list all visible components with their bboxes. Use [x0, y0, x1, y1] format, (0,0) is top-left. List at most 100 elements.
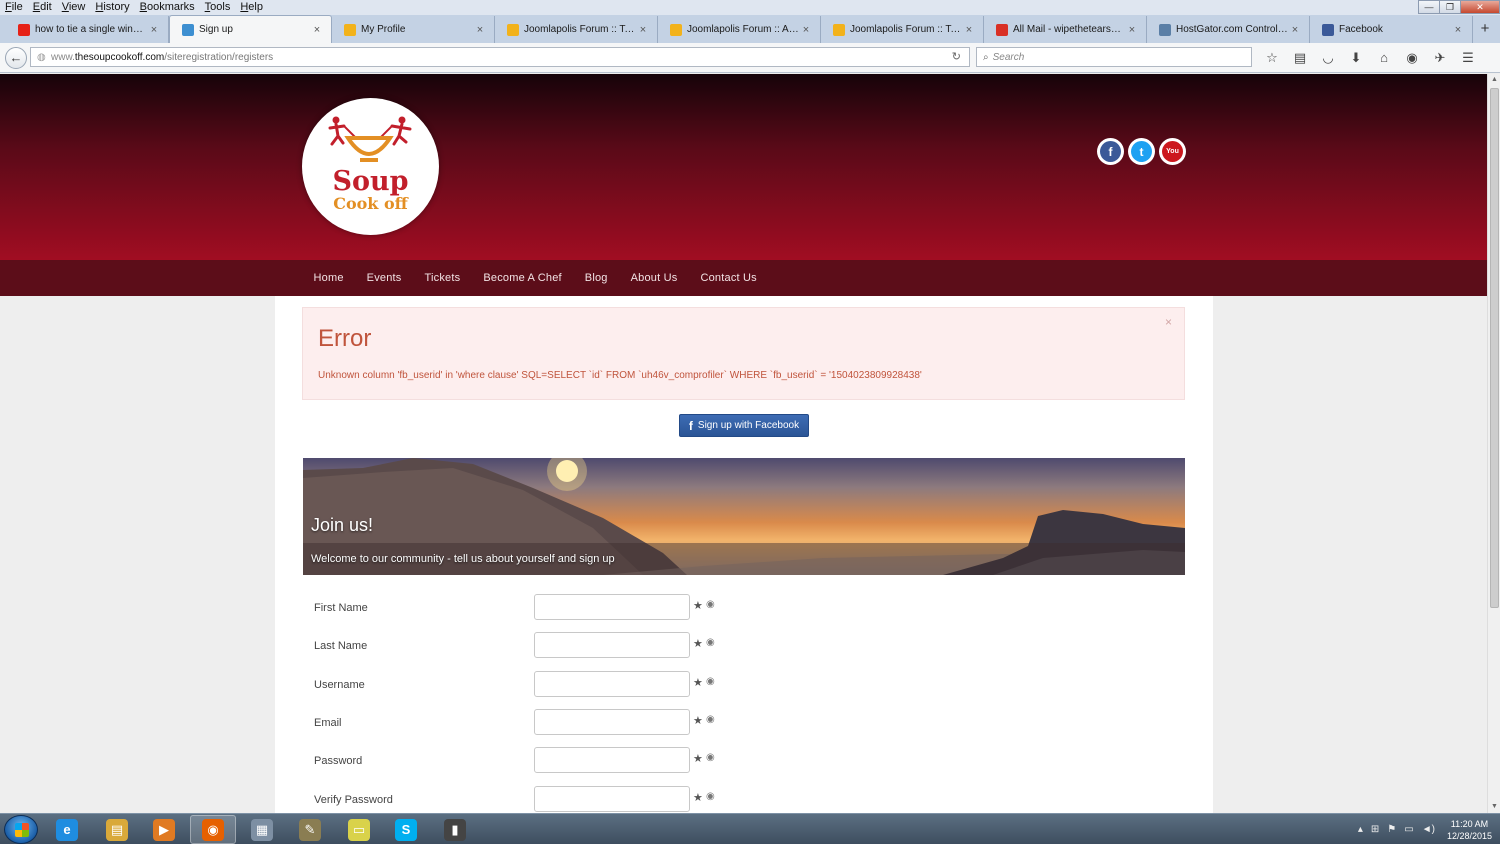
nav-item-blog[interactable]: Blog	[573, 272, 619, 284]
nav-item-become-a-chef[interactable]: Become A Chef	[472, 272, 573, 284]
join-banner: Join us! Welcome to our community - tell…	[303, 458, 1185, 575]
tab-5[interactable]: Joomlapolis Forum :: Topi... ×	[821, 16, 984, 43]
media-player-taskbar-button[interactable]: ▶	[141, 815, 187, 844]
menu-history[interactable]: History	[90, 0, 134, 15]
joomla-icon	[182, 23, 194, 36]
tab-close-icon[interactable]: ×	[148, 24, 160, 36]
menu-edit[interactable]: Edit	[28, 0, 57, 15]
menu-bookmarks[interactable]: Bookmarks	[135, 0, 200, 15]
reload-icon[interactable]: ↻	[952, 50, 961, 63]
nav-item-contact-us[interactable]: Contact Us	[689, 272, 768, 284]
nav-item-tickets[interactable]: Tickets	[413, 272, 472, 284]
close-window-button[interactable]: ✕	[1460, 0, 1500, 14]
internet-explorer-taskbar-button[interactable]: e	[44, 815, 90, 844]
error-alert: Error Unknown column 'fb_userid' in 'whe…	[302, 307, 1185, 400]
search-field[interactable]: ⌕ Search	[976, 47, 1252, 67]
nav-item-events[interactable]: Events	[355, 272, 413, 284]
site-logo[interactable]: Soup Cook off	[302, 98, 439, 235]
tab-7[interactable]: HostGator.com Control P... ×	[1147, 16, 1310, 43]
sticky-notes-taskbar-button[interactable]: ▭	[336, 815, 382, 844]
username-input[interactable]	[534, 670, 690, 697]
tab-3[interactable]: Joomlapolis Forum :: Topi... ×	[495, 16, 658, 43]
system-clock[interactable]: 11:20 AM 12/28/2015	[1447, 818, 1492, 842]
last-name-input[interactable]	[534, 632, 690, 659]
password-input[interactable]	[534, 747, 690, 774]
download-icon[interactable]: ⬇	[1342, 49, 1370, 67]
eye-slash-icon: ◉	[706, 752, 715, 764]
nav-item-about-us[interactable]: About Us	[619, 272, 689, 284]
scroll-up-arrow-icon[interactable]: ▲	[1488, 74, 1500, 86]
extension-icon[interactable]: ✈	[1426, 49, 1454, 67]
tab-label: Facebook	[1339, 24, 1383, 35]
action-center-icon[interactable]: ⊞	[1371, 824, 1379, 835]
tab-2[interactable]: My Profile ×	[332, 16, 495, 43]
scroll-thumb[interactable]	[1490, 88, 1499, 608]
tab-close-icon[interactable]: ×	[800, 24, 812, 36]
tab-8[interactable]: Facebook ×	[1310, 16, 1473, 43]
error-message: Unknown column 'fb_userid' in 'where cla…	[318, 370, 922, 381]
menu-view[interactable]: View	[57, 0, 91, 15]
menu-file[interactable]: File	[0, 0, 28, 15]
youtube-icon: You	[1162, 141, 1183, 162]
site-identity-icon[interactable]: ◍	[37, 52, 51, 63]
new-tab-button[interactable]: +	[1473, 16, 1497, 43]
tab-close-icon[interactable]: ×	[1126, 24, 1138, 36]
skype-taskbar-button[interactable]: S	[383, 815, 429, 844]
tab-close-icon[interactable]: ×	[1452, 24, 1464, 36]
tab-4[interactable]: Joomlapolis Forum :: Adv... ×	[658, 16, 821, 43]
verify-password-input[interactable]	[534, 785, 690, 812]
back-button[interactable]: ←	[5, 46, 27, 69]
first-name-input[interactable]	[534, 594, 690, 620]
device-taskbar-button[interactable]: ▮	[432, 815, 478, 844]
chat-icon[interactable]: ◉	[1398, 49, 1426, 67]
tab-close-icon[interactable]: ×	[1289, 24, 1301, 36]
required-star-icon: ★	[693, 638, 703, 651]
menu-hamburger-icon[interactable]: ☰	[1454, 49, 1482, 67]
tab-close-icon[interactable]: ×	[963, 24, 975, 36]
notepad-taskbar-button[interactable]: ✎	[287, 815, 333, 844]
volume-icon[interactable]: ◄)	[1422, 824, 1435, 835]
pocket-icon[interactable]: ◡	[1314, 49, 1342, 67]
flag-icon[interactable]: ⚑	[1387, 824, 1396, 835]
twitter-link[interactable]: t	[1128, 138, 1155, 165]
menu-help[interactable]: Help	[235, 0, 268, 15]
scroll-down-arrow-icon[interactable]: ▼	[1488, 801, 1500, 813]
close-icon[interactable]: ×	[1165, 315, 1172, 329]
tab-close-icon[interactable]: ×	[311, 24, 323, 36]
youtube-link[interactable]: You	[1159, 138, 1186, 165]
menu-list: File Edit View History Bookmarks Tools Help	[0, 0, 268, 15]
form-row-verify-password: Verify Password ★ ◉	[314, 785, 1014, 814]
network-icon[interactable]: ▭	[1404, 824, 1413, 835]
file-explorer-taskbar-button[interactable]: ▤	[94, 815, 140, 844]
banner-subtitle: Welcome to our community - tell us about…	[311, 553, 615, 565]
page-scrollbar[interactable]: ▲ ▼	[1487, 74, 1500, 813]
nav-item-home[interactable]: Home	[302, 272, 355, 284]
hostgator-icon	[1159, 23, 1171, 36]
facebook-signup-button[interactable]: f Sign up with Facebook	[679, 414, 809, 437]
bookmark-star-icon[interactable]: ☆	[1258, 49, 1286, 67]
banner-title: Join us!	[311, 515, 374, 535]
eye-slash-icon: ◉	[706, 637, 715, 649]
address-bar[interactable]: ◍ www. thesoupcookoff.com/siteregistratio…	[30, 47, 970, 67]
start-button[interactable]	[4, 815, 38, 844]
tab-close-icon[interactable]: ×	[637, 24, 649, 36]
tray-expand-icon[interactable]: ▴	[1358, 824, 1363, 835]
tab-1[interactable]: Sign up ×	[169, 15, 332, 43]
url-prefix: www.	[51, 51, 75, 63]
firefox-taskbar-button[interactable]: ◉	[190, 815, 236, 844]
menu-tools[interactable]: Tools	[200, 0, 236, 15]
reading-list-icon[interactable]: ▤	[1286, 49, 1314, 67]
tab-close-icon[interactable]: ×	[474, 24, 486, 36]
logo-text-soup: Soup	[332, 166, 409, 197]
calculator-icon: ▦	[251, 818, 273, 841]
maximize-button[interactable]: ❐	[1439, 0, 1461, 14]
email-input[interactable]	[534, 708, 690, 735]
tab-0[interactable]: how to tie a single windso... ×	[6, 16, 169, 43]
calculator-taskbar-button[interactable]: ▦	[239, 815, 285, 844]
windows-taskbar: e ▤ ▶ ◉ ▦ ✎ ▭ S ▮ ▴ ⊞ ⚑ ▭ ◄) 11:20 AM 12/28/2015	[0, 813, 1500, 844]
facebook-icon: f	[688, 418, 693, 433]
minimize-button[interactable]: —	[1418, 0, 1440, 14]
tab-6[interactable]: All Mail - wipethetearseve... ×	[984, 16, 1147, 43]
facebook-link[interactable]: f	[1097, 138, 1124, 165]
home-icon[interactable]: ⌂	[1370, 49, 1398, 67]
